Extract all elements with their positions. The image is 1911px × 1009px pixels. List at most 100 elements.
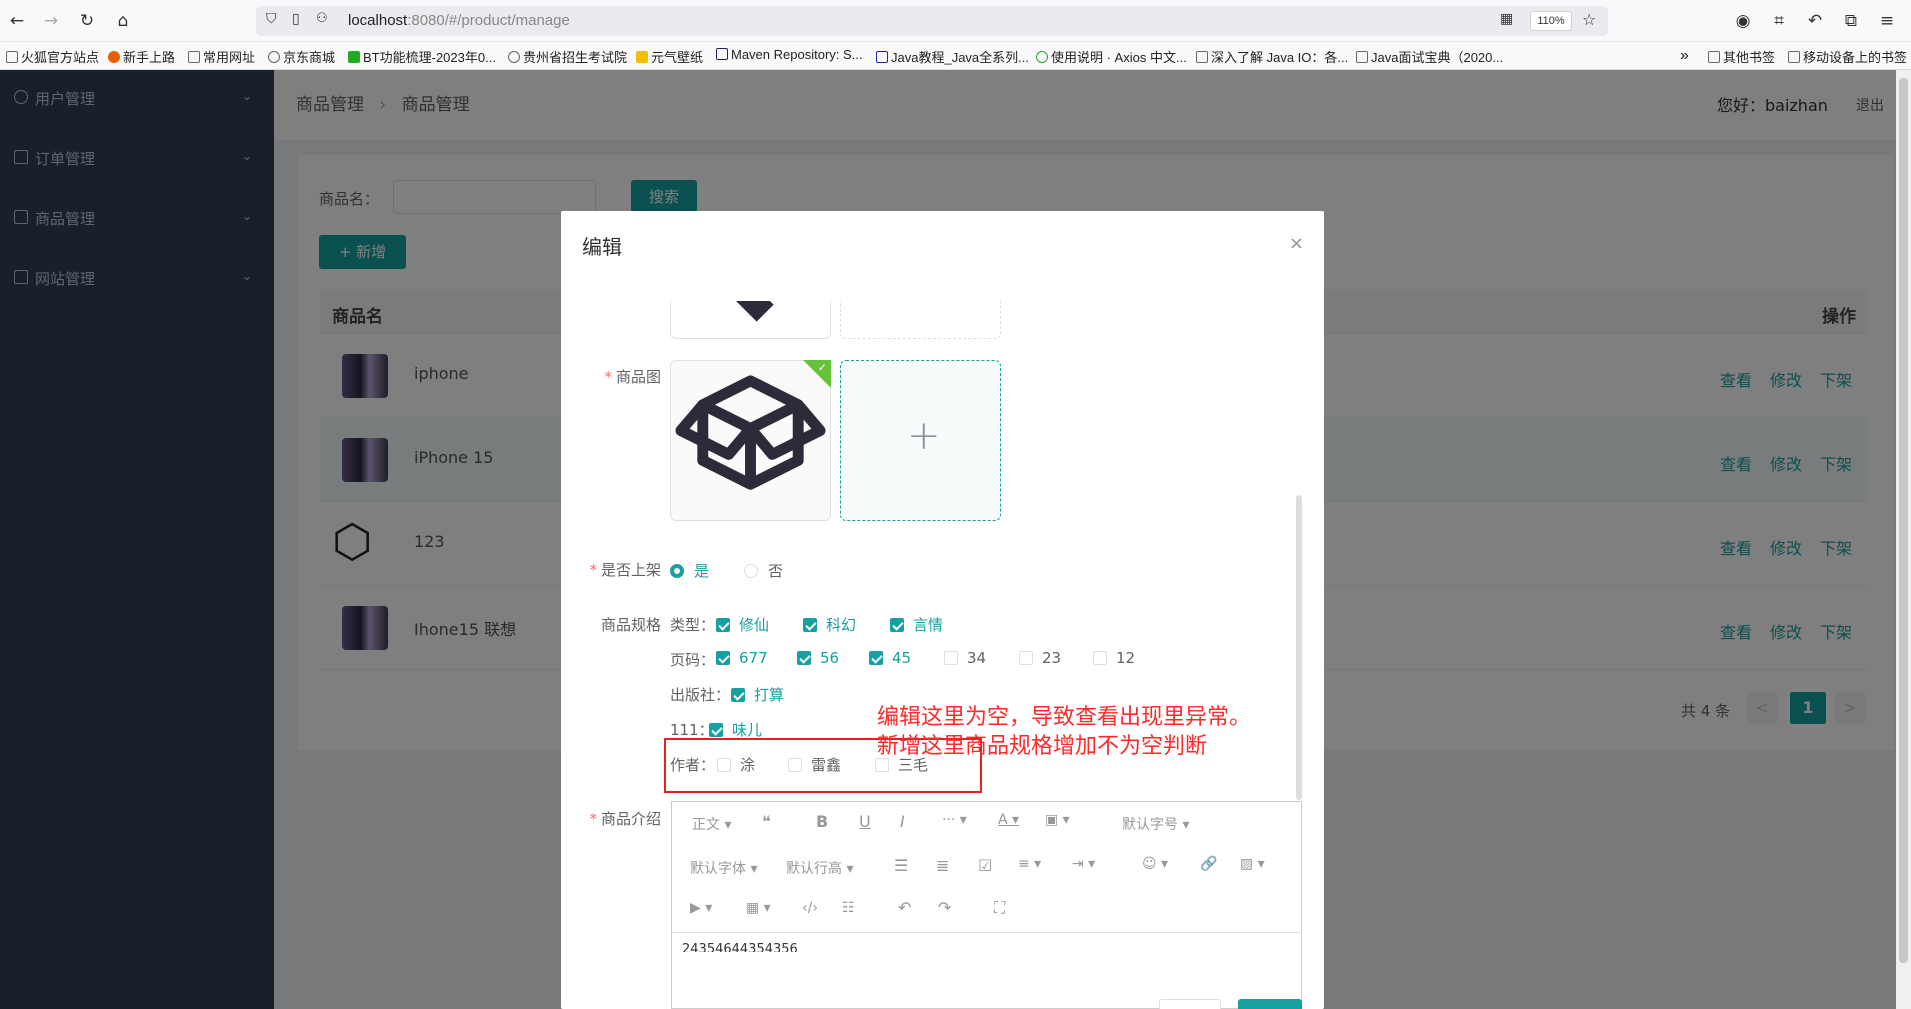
- qr-icon[interactable]: ▦: [1500, 11, 1513, 27]
- indent-icon[interactable]: ⇥ ▾: [1072, 856, 1095, 872]
- sidebar-overlay: [0, 70, 274, 1009]
- dialog-title: 编辑: [582, 235, 622, 259]
- undo-icon[interactable]: ↶: [898, 898, 911, 917]
- bookmark-item[interactable]: 京东商城: [268, 47, 335, 66]
- url-host: localhost: [348, 12, 408, 29]
- annotation-line: 新增这里商品规格增加不为空判断: [877, 734, 1208, 759]
- spec-checkbox[interactable]: 12: [1093, 649, 1135, 667]
- address-bar[interactable]: ⛉ ▯ ⚇ localhost:8080/#/product/manage ▦ …: [256, 6, 1608, 36]
- crop-icon[interactable]: ⌗: [1768, 10, 1790, 32]
- numbered-list-icon[interactable]: ≣: [936, 856, 949, 875]
- italic-icon[interactable]: I: [900, 812, 905, 831]
- url-text[interactable]: localhost:8080/#/product/manage: [348, 12, 570, 29]
- table-icon[interactable]: ▦ ▾: [746, 900, 771, 916]
- radio-yes[interactable]: 是: [670, 560, 709, 581]
- menu-icon[interactable]: ≡: [1876, 10, 1898, 32]
- bookmark-folder-mobile[interactable]: 移动设备上的书签: [1788, 47, 1907, 66]
- shelf-label: * 是否上架: [589, 561, 661, 579]
- font-family-select[interactable]: 默认字体 ▾: [690, 858, 757, 878]
- zoom-badge[interactable]: 110%: [1530, 11, 1572, 31]
- plus-icon: +: [907, 413, 941, 459]
- paragraph-select[interactable]: 正文 ▾: [692, 814, 731, 834]
- fullscreen-icon[interactable]: ⛶: [994, 898, 1005, 918]
- star-icon[interactable]: ☆: [1582, 10, 1596, 29]
- spec-checkbox[interactable]: 打算: [731, 684, 784, 705]
- confirm-button[interactable]: [1238, 999, 1302, 1009]
- spec-group-name: 出版社：: [670, 686, 731, 704]
- previous-upload-slot: [840, 301, 1001, 339]
- divider-icon[interactable]: ☷: [842, 900, 855, 916]
- spec-checkbox[interactable]: 23: [1019, 649, 1061, 667]
- spec-checkbox[interactable]: 34: [944, 649, 986, 667]
- radio-checked-icon: [670, 564, 684, 578]
- extensions-icon[interactable]: ⧉: [1840, 10, 1862, 32]
- shield-icon: ⛉: [266, 11, 277, 27]
- bold-icon[interactable]: B: [816, 812, 828, 831]
- todo-icon[interactable]: ☑: [978, 856, 992, 875]
- home-icon[interactable]: ⌂: [112, 10, 134, 32]
- spec-group-name: 页码：: [670, 651, 716, 669]
- link-icon[interactable]: 🔗: [1200, 856, 1217, 872]
- undo-icon[interactable]: ↶: [1804, 10, 1826, 32]
- spec-checkbox[interactable]: 科幻: [803, 614, 856, 635]
- bookmarks-bar: 火狐官方站点 新手上路 常用网址 京东商城 BT功能梳理-2023年0... 贵…: [0, 42, 1911, 70]
- bookmark-item[interactable]: 火狐官方站点: [6, 47, 99, 66]
- bookmark-item[interactable]: 常用网址: [188, 47, 255, 66]
- bookmark-item[interactable]: 新手上路: [108, 47, 175, 66]
- upload-add-button[interactable]: +: [840, 360, 1001, 521]
- bookmark-item[interactable]: Java面试宝典（2020...: [1356, 47, 1503, 66]
- more-icon[interactable]: ··· ▾: [942, 812, 967, 828]
- radio-unchecked-icon: [744, 564, 758, 578]
- radio-no[interactable]: 否: [744, 560, 783, 581]
- page-icon: ▯: [292, 11, 300, 27]
- underline-icon[interactable]: U: [859, 812, 871, 831]
- bookmark-folder-other[interactable]: 其他书签: [1708, 47, 1775, 66]
- image-icon[interactable]: ▨ ▾: [1240, 856, 1265, 872]
- spec-checkbox[interactable]: 677: [716, 649, 768, 667]
- connection-icon: ⚇: [316, 11, 328, 26]
- spec-checkbox[interactable]: 修仙: [716, 614, 769, 635]
- more-bookmarks-icon[interactable]: »: [1680, 47, 1689, 65]
- bookmark-item[interactable]: 深入了解 Java IO：各...: [1196, 47, 1348, 66]
- background-color-icon[interactable]: ▣ ▾: [1045, 812, 1070, 828]
- uploaded-image-card[interactable]: ✓: [670, 360, 831, 521]
- account-icon[interactable]: ◉: [1732, 10, 1754, 32]
- dialog-scrollbar[interactable]: [1296, 495, 1302, 800]
- video-icon[interactable]: ▶ ▾: [690, 900, 712, 916]
- cancel-button[interactable]: [1159, 999, 1221, 1009]
- spec-checkbox[interactable]: 56: [797, 649, 839, 667]
- close-icon[interactable]: ×: [1289, 233, 1304, 254]
- check-icon: ✓: [817, 361, 827, 374]
- forward-icon[interactable]: →: [40, 10, 62, 32]
- image-label: * 商品图: [604, 368, 661, 386]
- editor-content[interactable]: 24354644354356: [682, 942, 798, 952]
- quote-icon[interactable]: ❝: [762, 812, 771, 831]
- spec-label: 商品规格: [600, 616, 661, 634]
- bookmark-item[interactable]: BT功能梳理-2023年0...: [348, 47, 496, 66]
- align-icon[interactable]: ≡ ▾: [1018, 856, 1041, 872]
- spec-checkbox[interactable]: 45: [869, 649, 911, 667]
- back-icon[interactable]: ←: [6, 10, 28, 32]
- rich-text-editor[interactable]: 正文 ▾ ❝ B U I ··· ▾ A ▾ ▣ ▾ 默认字号 ▾ 默认字体 ▾…: [671, 801, 1302, 1009]
- emoji-icon[interactable]: ☺ ▾: [1142, 856, 1168, 872]
- code-icon[interactable]: ‹/›: [802, 900, 818, 916]
- font-color-icon[interactable]: A ▾: [998, 812, 1019, 828]
- reload-icon[interactable]: ↻: [76, 10, 98, 32]
- redo-icon[interactable]: ↷: [938, 898, 951, 917]
- bookmark-item[interactable]: Maven Repository: S...: [716, 47, 863, 62]
- spec-checkbox[interactable]: 味儿: [709, 719, 762, 740]
- url-path: :8080/#/product/manage: [407, 12, 570, 29]
- spec-group-name: 111：: [670, 721, 714, 739]
- bookmark-item[interactable]: 贵州省招生考试院: [508, 47, 627, 66]
- page-scrollbar[interactable]: [1896, 70, 1911, 1009]
- bookmark-item[interactable]: 元气壁纸: [636, 47, 703, 66]
- spec-group-name: 类型：: [670, 616, 716, 634]
- bullet-list-icon[interactable]: ☰: [894, 856, 908, 875]
- bookmark-item[interactable]: Java教程_Java全系列...: [876, 47, 1029, 66]
- line-height-select[interactable]: 默认行高 ▾: [786, 858, 853, 878]
- spec-checkbox[interactable]: 言情: [890, 614, 943, 635]
- browser-toolbar: ← → ↻ ⌂ ⛉ ▯ ⚇ localhost:8080/#/product/m…: [0, 0, 1911, 42]
- annotation-line: 编辑这里为空，导致查看出现里异常。: [877, 705, 1252, 730]
- font-size-select[interactable]: 默认字号 ▾: [1122, 814, 1189, 834]
- bookmark-item[interactable]: 使用说明 · Axios 中文...: [1036, 47, 1187, 66]
